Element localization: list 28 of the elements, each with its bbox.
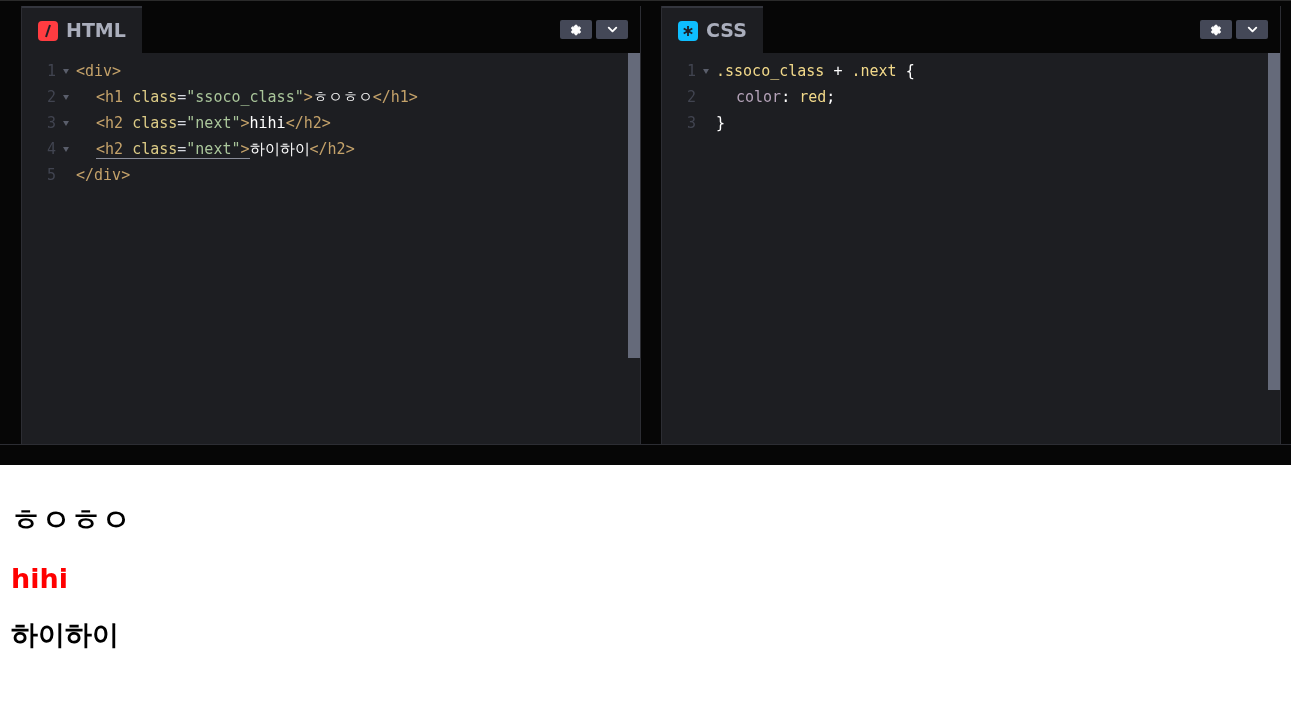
settings-button[interactable] — [1200, 20, 1232, 39]
dropdown-button[interactable] — [1236, 20, 1268, 39]
code-line: <div> — [76, 60, 122, 82]
code-line: <h2 class="next">하이하이</h2> — [95, 138, 355, 161]
scrollbar-thumb[interactable] — [628, 53, 640, 358]
code-line: color: red; — [735, 86, 836, 108]
asterisk-icon — [678, 20, 698, 41]
code-line: <h2 class="next">hihi</h2> — [95, 112, 331, 134]
preview-subheading: 하이하이 — [11, 618, 119, 652]
code-line: </div> — [76, 164, 131, 186]
code-line: .ssoco_class + .next { — [716, 60, 915, 82]
dropdown-button[interactable] — [596, 20, 628, 39]
slash-icon — [38, 20, 58, 41]
editor-tab[interactable]: HTML — [22, 6, 142, 53]
editor-tab[interactable]: CSS — [662, 6, 763, 53]
settings-icon — [1210, 23, 1222, 36]
fold-arrow-icon[interactable] — [63, 94, 69, 100]
preview-subheading: hihi — [11, 562, 68, 596]
code-line: <h1 class="ssoco_class">ㅎㅇㅎㅇ</h1> — [95, 86, 418, 108]
preview-heading: ㅎㅇㅎㅇ — [11, 501, 131, 539]
settings-icon — [570, 23, 582, 36]
fold-arrow-icon[interactable] — [63, 146, 69, 152]
fold-arrow-icon[interactable] — [63, 68, 69, 74]
fold-arrow-icon[interactable] — [703, 68, 709, 74]
code-line: } — [716, 112, 726, 134]
settings-button[interactable] — [560, 20, 592, 39]
fold-arrow-icon[interactable] — [63, 120, 69, 126]
scrollbar-thumb[interactable] — [1268, 53, 1280, 390]
